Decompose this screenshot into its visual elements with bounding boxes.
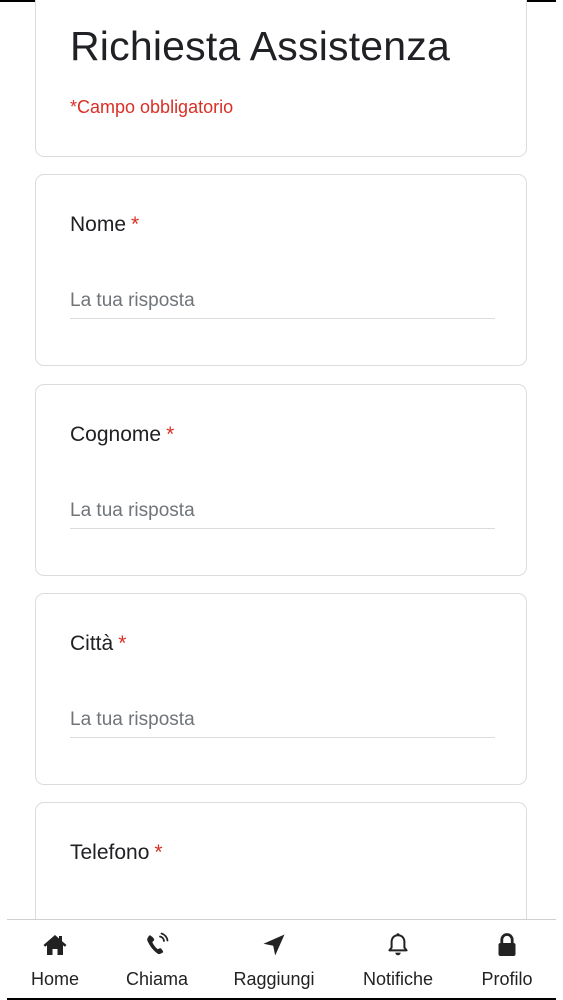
phone-ringing-icon <box>144 932 170 958</box>
question-card-nome: Nome * <box>35 174 527 366</box>
question-label-text: Città <box>70 632 114 655</box>
right-margin <box>556 0 563 1000</box>
required-asterisk: * <box>166 423 175 446</box>
citta-input[interactable] <box>70 702 495 738</box>
home-icon <box>42 932 68 958</box>
nav-item-profilo[interactable]: Profilo <box>465 920 549 998</box>
nav-label-profilo: Profilo <box>481 969 533 989</box>
question-card-citta: Città * <box>35 593 527 785</box>
question-label-telefono: Telefono * <box>70 841 163 865</box>
form-header-card: Richiesta Assistenza *Campo obbligatorio <box>35 0 527 157</box>
cognome-input[interactable] <box>70 493 495 529</box>
required-asterisk: * <box>118 632 127 655</box>
bell-icon <box>385 932 411 958</box>
question-label-citta: Città * <box>70 632 126 656</box>
required-asterisk: * <box>131 213 140 236</box>
location-arrow-icon <box>261 932 287 958</box>
question-label-nome: Nome * <box>70 213 139 237</box>
nav-item-chiama[interactable]: Chiama <box>111 920 203 998</box>
nav-label-raggiungi: Raggiungi <box>233 969 315 989</box>
nome-input[interactable] <box>70 283 495 319</box>
question-label-text: Cognome <box>70 423 162 446</box>
question-label-text: Nome <box>70 213 127 236</box>
nav-item-raggiungi[interactable]: Raggiungi <box>220 920 328 998</box>
nav-item-home[interactable]: Home <box>7 920 103 998</box>
form-title: Richiesta Assistenza <box>70 23 451 69</box>
bottom-navigation-bar: Home Chiama Raggiungi Notifiche Profilo <box>7 919 556 1000</box>
question-label-cognome: Cognome * <box>70 423 174 447</box>
question-label-text: Telefono <box>70 841 150 864</box>
nav-label-notifiche: Notifiche <box>362 969 434 989</box>
required-field-note: *Campo obbligatorio <box>70 97 234 117</box>
screen: Richiesta Assistenza *Campo obbligatorio… <box>0 0 563 1000</box>
lock-icon <box>494 932 520 958</box>
nav-label-home: Home <box>30 969 79 989</box>
required-asterisk: * <box>154 841 163 864</box>
nav-item-notifiche[interactable]: Notifiche <box>347 920 449 998</box>
question-card-cognome: Cognome * <box>35 384 527 576</box>
nav-label-chiama: Chiama <box>125 969 189 989</box>
